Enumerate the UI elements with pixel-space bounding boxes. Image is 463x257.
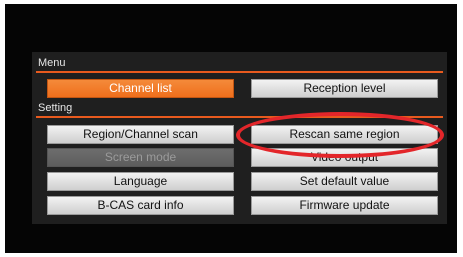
setting-section-label: Setting bbox=[38, 102, 73, 114]
menu-section-label: Menu bbox=[38, 57, 66, 69]
channel-list-button[interactable]: Channel list bbox=[47, 79, 234, 98]
menu-divider bbox=[36, 71, 443, 73]
language-button[interactable]: Language bbox=[47, 172, 234, 191]
video-output-button[interactable]: Video output bbox=[251, 148, 438, 167]
region-channel-scan-button[interactable]: Region/Channel scan bbox=[47, 125, 234, 144]
screen-mode-button: Screen mode bbox=[47, 148, 234, 167]
set-default-value-button[interactable]: Set default value bbox=[251, 172, 438, 191]
firmware-update-button[interactable]: Firmware update bbox=[251, 196, 438, 215]
setting-divider bbox=[36, 116, 443, 118]
tv-screen: Menu Channel list Reception level Settin… bbox=[5, 4, 457, 253]
reception-level-button[interactable]: Reception level bbox=[251, 79, 438, 98]
bcas-card-info-button[interactable]: B-CAS card info bbox=[47, 196, 234, 215]
rescan-same-region-button[interactable]: Rescan same region bbox=[251, 125, 438, 144]
menu-panel: Menu Channel list Reception level Settin… bbox=[32, 52, 447, 224]
